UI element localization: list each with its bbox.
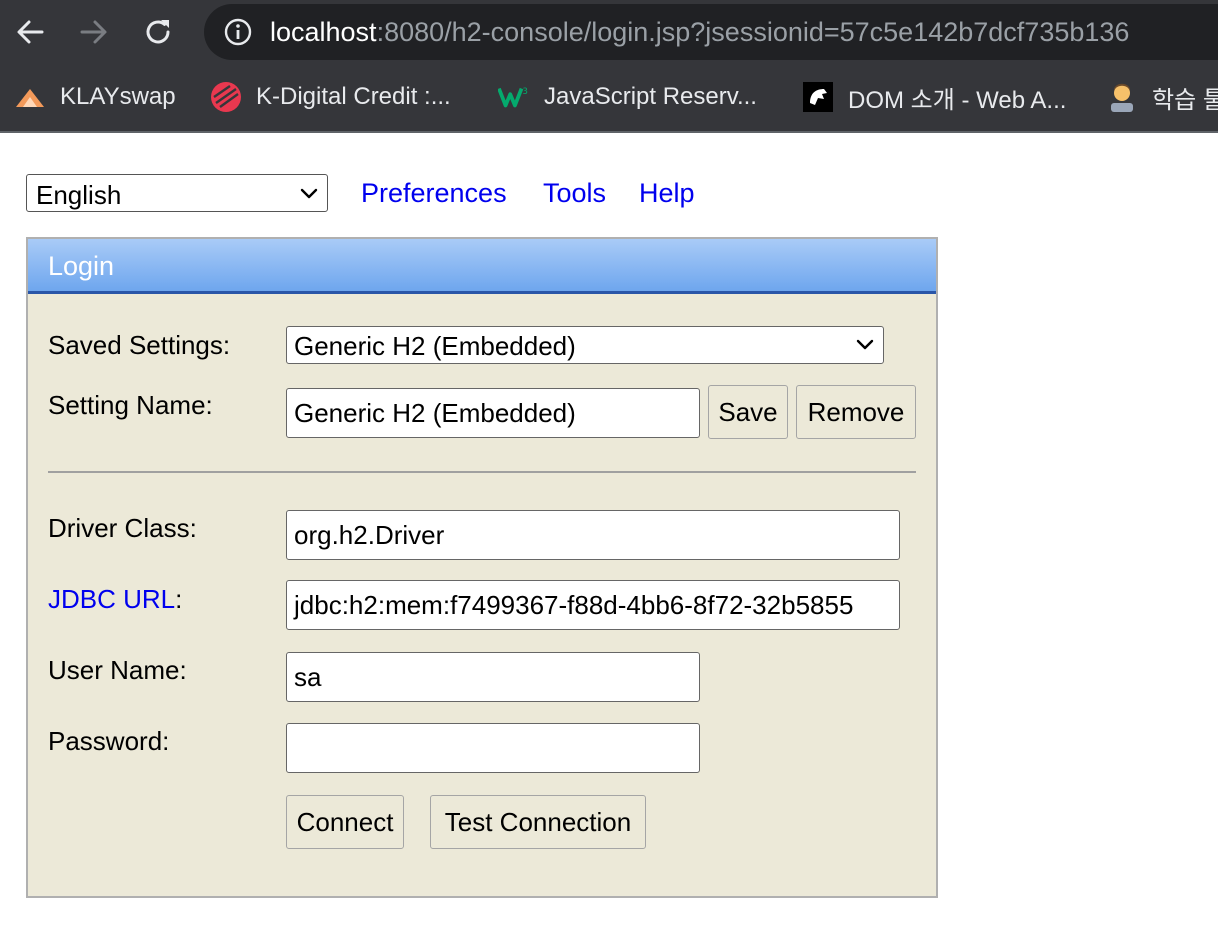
user-name-input[interactable]: sa: [286, 652, 700, 702]
jdbc-url-input[interactable]: jdbc:h2:mem:f7499367-f88d-4bb6-8f72-32b5…: [286, 580, 900, 630]
student-icon: [1106, 81, 1138, 113]
saved-settings-value: Generic H2 (Embedded): [294, 331, 576, 361]
bookmark-k-digital[interactable]: K-Digital Credit :...: [210, 80, 451, 114]
address-bar[interactable]: localhost:8080/h2-console/login.jsp?jses…: [204, 4, 1218, 60]
toolbar-divider: [0, 131, 1218, 133]
setting-name-value: Generic H2 (Embedded): [294, 398, 576, 428]
jdbc-url-colon: :: [175, 584, 183, 614]
klayswap-icon: [14, 81, 46, 113]
remove-button[interactable]: Remove: [796, 385, 916, 439]
chevron-down-icon: [856, 339, 874, 350]
arrow-left-icon: [17, 20, 44, 44]
help-link[interactable]: Help: [639, 178, 695, 209]
k-digital-icon: [210, 81, 242, 113]
reload-button[interactable]: [136, 10, 180, 54]
save-button[interactable]: Save: [708, 385, 788, 439]
user-name-value: sa: [294, 662, 322, 692]
svg-text:3: 3: [522, 86, 527, 96]
bookmark-label: KLAYswap: [60, 83, 176, 110]
driver-class-input[interactable]: org.h2.Driver: [286, 510, 900, 560]
url-text: localhost:8080/h2-console/login.jsp?jses…: [270, 17, 1129, 48]
preferences-link[interactable]: Preferences: [361, 178, 507, 209]
w3-icon: 3: [498, 81, 530, 113]
setting-name-input[interactable]: Generic H2 (Embedded): [286, 388, 700, 438]
language-value: English: [36, 180, 122, 210]
password-label: Password:: [48, 726, 170, 756]
bookmark-klayswap[interactable]: KLAYswap: [14, 80, 176, 114]
tools-link[interactable]: Tools: [543, 178, 606, 209]
driver-class-label: Driver Class:: [48, 513, 197, 543]
jdbc-url-label: JDBC URL:: [48, 584, 182, 615]
bookmark-w3schools[interactable]: 3 JavaScript Reserv...: [498, 80, 757, 114]
bookmark-label: DOM 소개 - Web A...: [848, 86, 1067, 114]
bookmarks-bar: KLAYswap K-Digital Credit :... 3 JavaScr…: [0, 72, 1218, 122]
jdbc-url-link[interactable]: JDBC URL: [48, 584, 175, 614]
bookmark-label: 학습 툴: [1152, 86, 1218, 114]
site-info-icon[interactable]: [224, 18, 252, 51]
bookmark-label: K-Digital Credit :...: [256, 83, 451, 110]
chevron-down-icon: [300, 188, 318, 199]
login-panel: Login Saved Settings: Generic H2 (Embedd…: [26, 237, 938, 898]
browser-toolbar: localhost:8080/h2-console/login.jsp?jses…: [0, 0, 1218, 133]
user-name-label: User Name:: [48, 655, 187, 685]
forward-button[interactable]: [72, 10, 116, 54]
test-connection-button[interactable]: Test Connection: [430, 795, 646, 849]
driver-class-value: org.h2.Driver: [294, 520, 445, 550]
login-panel-header: Login: [28, 239, 936, 294]
connect-button[interactable]: Connect: [286, 795, 404, 849]
login-title: Login: [48, 251, 115, 281]
saved-settings-label: Saved Settings:: [48, 330, 231, 360]
arrow-right-icon: [80, 20, 107, 44]
form-divider: [48, 471, 916, 473]
url-host: localhost: [270, 17, 377, 47]
setting-name-label: Setting Name:: [48, 390, 213, 420]
bookmark-label: JavaScript Reserv...: [544, 83, 757, 110]
saved-settings-select[interactable]: Generic H2 (Embedded): [286, 326, 884, 364]
bookmark-study[interactable]: 학습 툴: [1106, 80, 1218, 114]
bookmark-mdn[interactable]: DOM 소개 - Web A...: [802, 80, 1066, 114]
reload-icon: [146, 20, 170, 44]
language-select[interactable]: English: [26, 174, 328, 212]
password-input[interactable]: [286, 723, 700, 773]
url-path: :8080/h2-console/login.jsp?jsessionid=57…: [376, 17, 1130, 47]
back-button[interactable]: [8, 10, 52, 54]
mdn-icon: [802, 81, 834, 113]
jdbc-url-value: jdbc:h2:mem:f7499367-f88d-4bb6-8f72-32b5…: [294, 590, 854, 620]
